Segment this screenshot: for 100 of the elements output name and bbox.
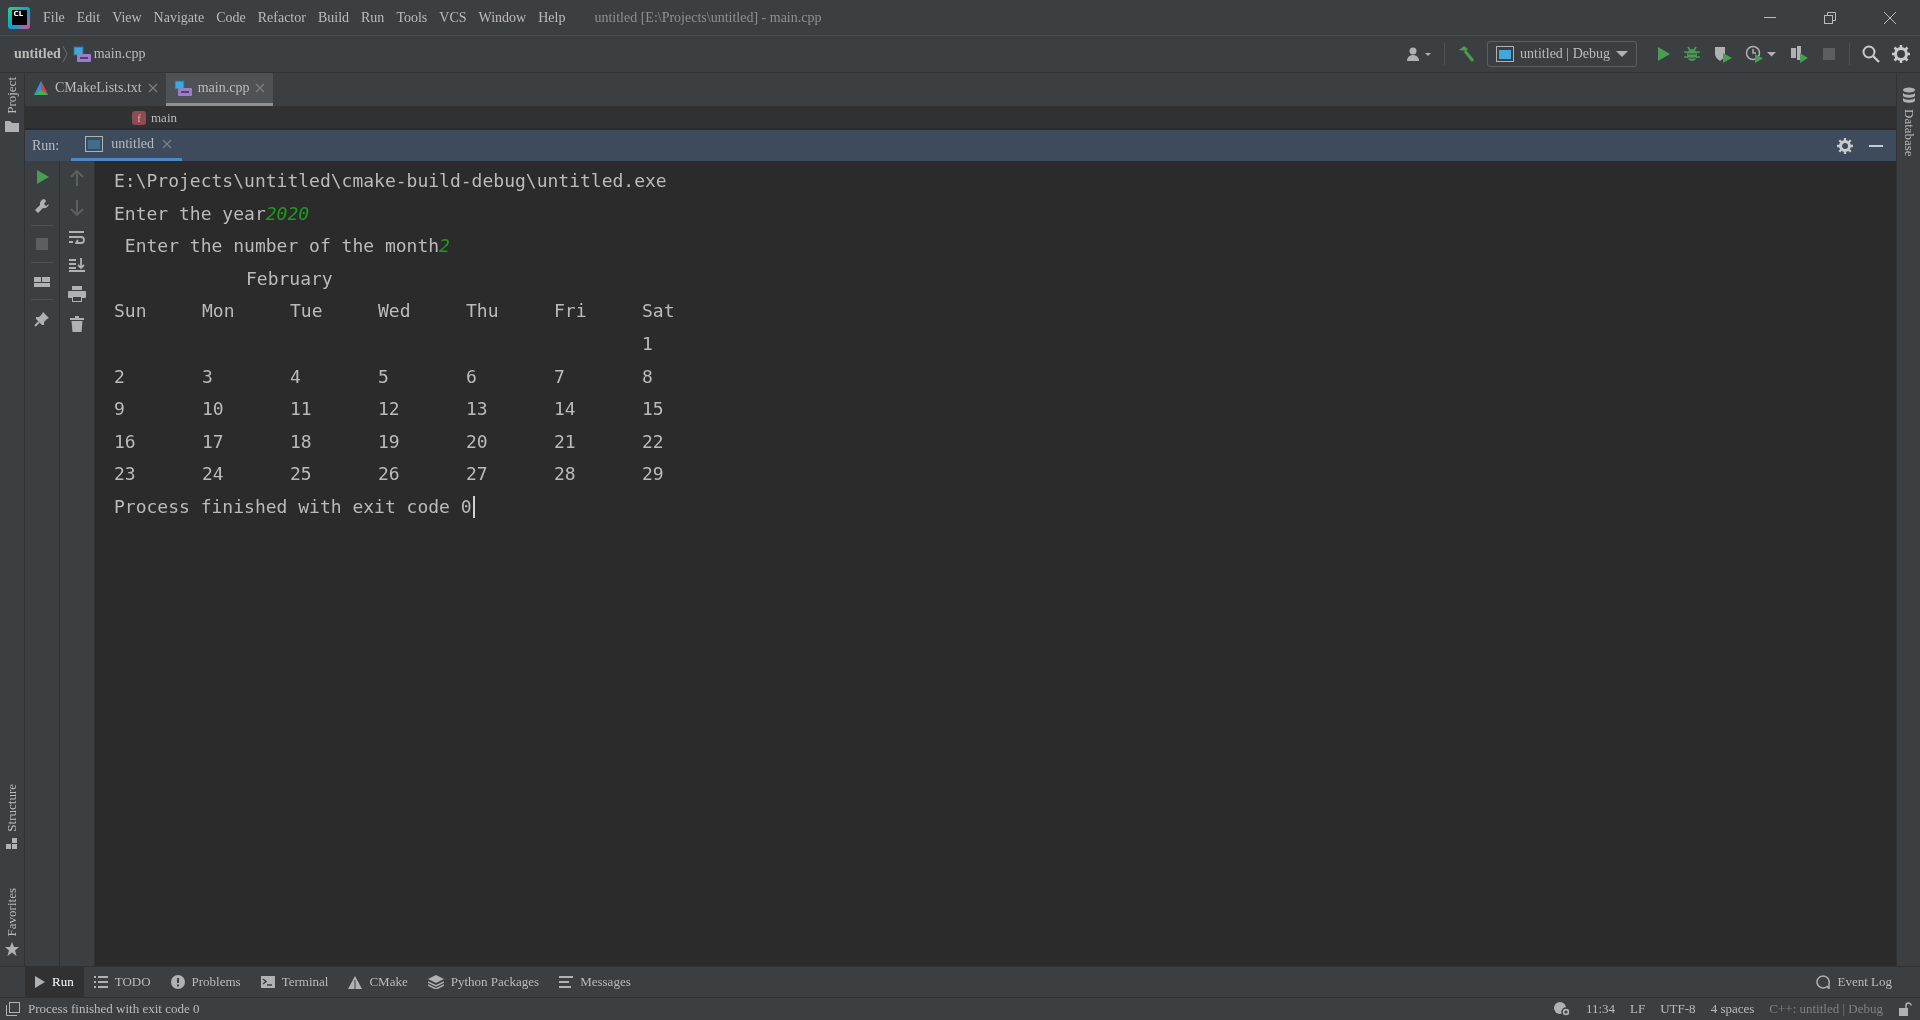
status-item[interactable]: UTF-8	[1660, 1001, 1696, 1017]
day-number: 23	[114, 462, 137, 487]
menu-item[interactable]: Navigate	[148, 5, 210, 30]
day-number: 9	[114, 397, 126, 422]
panel-toggle-icon[interactable]	[6, 1002, 20, 1016]
play-icon	[35, 170, 49, 184]
day-number: 26	[378, 462, 401, 487]
tool-window-button[interactable]: Python Packages	[417, 967, 550, 997]
tool-window-button[interactable]: Messages	[549, 967, 641, 997]
tool-window-button[interactable]: Run	[25, 967, 84, 997]
scroll-end-button[interactable]	[66, 255, 88, 275]
project-name[interactable]: untitled	[14, 46, 61, 62]
day-number: 15	[642, 397, 665, 422]
breadcrumb-item[interactable]: main	[151, 109, 177, 126]
menu-item[interactable]: Tools	[391, 5, 433, 30]
settings-icon	[1892, 45, 1910, 63]
menu-item[interactable]: VCS	[434, 5, 472, 30]
tool-window-button[interactable]: Problems	[160, 967, 251, 997]
settings-icon	[1837, 137, 1853, 154]
input-text: 2020	[265, 201, 310, 226]
cpp-file-icon	[72, 46, 91, 62]
day-number: 27	[466, 462, 489, 487]
input-text: 2	[439, 234, 450, 259]
status-item[interactable]: 4 spaces	[1710, 1001, 1755, 1017]
print-button[interactable]	[65, 283, 89, 305]
day-number: 17	[202, 429, 225, 454]
close-icon[interactable]	[147, 83, 158, 93]
shield-play-icon	[1713, 45, 1733, 63]
cloud-gear-icon[interactable]	[1552, 1001, 1571, 1017]
arrow-down-icon	[70, 200, 84, 216]
stop-icon	[35, 237, 49, 251]
bug-icon	[1683, 45, 1701, 63]
wrench-icon	[34, 198, 50, 214]
terminal-icon	[260, 976, 275, 988]
caret-icon	[1616, 50, 1628, 58]
day-number: 1	[642, 331, 654, 356]
menu-item[interactable]: Window	[473, 5, 532, 30]
file-name[interactable]: main.cpp	[93, 46, 146, 62]
day-number: 20	[466, 429, 489, 454]
day-number: 2	[114, 364, 126, 389]
day-number: 3	[202, 364, 214, 389]
close-icon	[1884, 11, 1896, 24]
menu-item[interactable]: Code	[211, 5, 251, 30]
search-icon	[1862, 45, 1880, 63]
list-icon	[93, 976, 108, 988]
day-number: 18	[290, 429, 313, 454]
day-number: 21	[554, 429, 577, 454]
tool-window-button[interactable]: Terminal	[250, 967, 339, 997]
day-number: 13	[466, 397, 489, 422]
play-icon	[1655, 46, 1671, 62]
status-item[interactable]: LF	[1630, 1001, 1646, 1017]
day-number: 24	[202, 462, 225, 487]
tool-window-button[interactable]: Database	[1900, 83, 1917, 161]
day-number: 5	[378, 364, 390, 389]
minimize-icon	[1869, 144, 1883, 147]
day-number: 12	[378, 397, 401, 422]
tool-window-button[interactable]: Favorites	[4, 883, 20, 960]
window-title: untitled [E:\Projects\untitled] - main.cpp	[594, 9, 822, 26]
attach-icon	[1789, 45, 1809, 63]
status-message: Process finished with exit code 0	[28, 1001, 200, 1017]
clear-button[interactable]	[67, 313, 87, 335]
menu-item[interactable]: Help	[533, 5, 571, 30]
tool-window-button[interactable]: Project	[4, 73, 20, 136]
chevron-icon	[60, 44, 69, 64]
run-config-dropdown[interactable]: untitled | Debug	[1487, 41, 1637, 67]
window-icon	[85, 136, 104, 152]
folder-icon	[5, 119, 19, 132]
console-line: Process finished with exit code 0	[114, 494, 472, 519]
weekday-label: Sat	[642, 299, 676, 324]
tool-window-button[interactable]: CMake	[338, 967, 418, 997]
day-number: 22	[642, 429, 665, 454]
triangle-icon	[33, 80, 49, 96]
month-heading: February	[246, 266, 333, 291]
wrap-icon	[69, 230, 85, 244]
menu-item[interactable]: View	[107, 5, 147, 30]
menu-item[interactable]: Build	[312, 5, 355, 30]
database-icon	[1901, 87, 1916, 103]
weekday-label: Thu	[466, 299, 500, 324]
unlock-icon[interactable]	[1898, 1002, 1912, 1016]
menu-item[interactable]: Refactor	[252, 5, 311, 30]
event-log-button[interactable]: Event Log	[1806, 967, 1902, 997]
editor-tab[interactable]: CMakeLists.txt	[25, 73, 166, 106]
day-number: 28	[554, 462, 577, 487]
tool-window-button[interactable]: TODO	[83, 967, 161, 997]
weekday-label: Tue	[290, 299, 324, 324]
people-icon	[1406, 46, 1433, 62]
restore-icon	[1824, 11, 1836, 24]
menu-item[interactable]: File	[38, 5, 70, 30]
day-number: 29	[642, 462, 665, 487]
tool-window-button[interactable]: Structure	[4, 779, 20, 854]
trash-icon	[70, 316, 84, 332]
speech-bubble-icon	[1816, 975, 1831, 989]
menu-item[interactable]: Edit	[71, 5, 106, 30]
weekday-label: Fri	[554, 299, 588, 324]
editor-tab[interactable]: main.cpp	[165, 73, 274, 106]
day-number: 14	[554, 397, 577, 422]
status-item[interactable]: 11:34	[1585, 1001, 1616, 1017]
menu-item[interactable]: Run	[356, 5, 390, 30]
hammer-icon	[1457, 45, 1476, 63]
day-number: 11	[290, 397, 313, 422]
